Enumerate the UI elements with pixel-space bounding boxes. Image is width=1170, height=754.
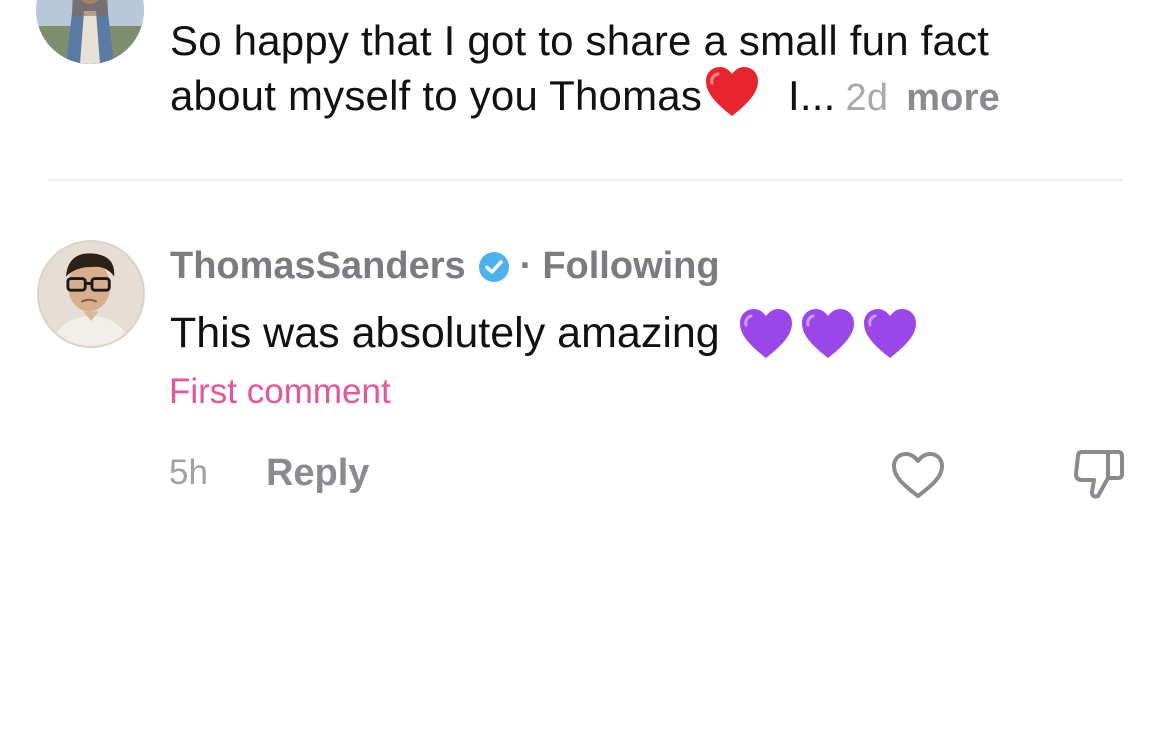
comment-text: So happy that I got to share a small fun… — [170, 16, 1130, 129]
comment-text: This was absolutely amazing — [170, 305, 918, 361]
dislike-button[interactable] — [1072, 448, 1126, 500]
commenter-avatar[interactable] — [36, 0, 144, 64]
purple-heart-emoji-icon — [739, 309, 792, 358]
verified-badge-icon — [478, 250, 510, 282]
thomas-avatar[interactable] — [37, 240, 145, 348]
comment-author-row: ThomasSanders · Following — [170, 243, 720, 289]
author-name[interactable]: ThomasSanders — [170, 245, 466, 288]
comment-divider — [48, 179, 1123, 181]
purple-heart-emoji-icon — [863, 309, 916, 358]
following-label[interactable]: Following — [542, 245, 719, 288]
red-heart-emoji-icon — [704, 66, 760, 129]
comment-meta-row: 5h Reply — [169, 450, 369, 496]
comment-age: 2d — [845, 77, 889, 119]
like-button[interactable] — [890, 450, 946, 500]
more-button[interactable]: more — [906, 77, 1000, 119]
comment-text-line-2: about myself to you Thomas I... 2d more — [170, 66, 1130, 129]
heart-outline-icon — [892, 452, 944, 498]
comment-age: 5h — [169, 453, 208, 492]
first-comment-badge: First comment — [169, 372, 391, 411]
comments-panel: So happy that I got to share a small fun… — [0, 0, 1170, 754]
truncated-text: I... — [788, 72, 836, 119]
separator-dot: · — [519, 244, 533, 287]
purple-heart-emoji-icon — [801, 309, 854, 358]
thumbs-down-icon — [1074, 450, 1124, 499]
reply-button[interactable]: Reply — [266, 452, 369, 495]
emoji-group — [738, 305, 918, 361]
comment-text-line-1: So happy that I got to share a small fun… — [170, 17, 990, 64]
comment-text-body: This was absolutely amazing — [170, 308, 720, 357]
thomas-avatar-icon — [39, 242, 143, 346]
comment-text-line-2-body: about myself to you Thomas — [170, 72, 703, 119]
user-avatar-icon — [36, 0, 144, 64]
